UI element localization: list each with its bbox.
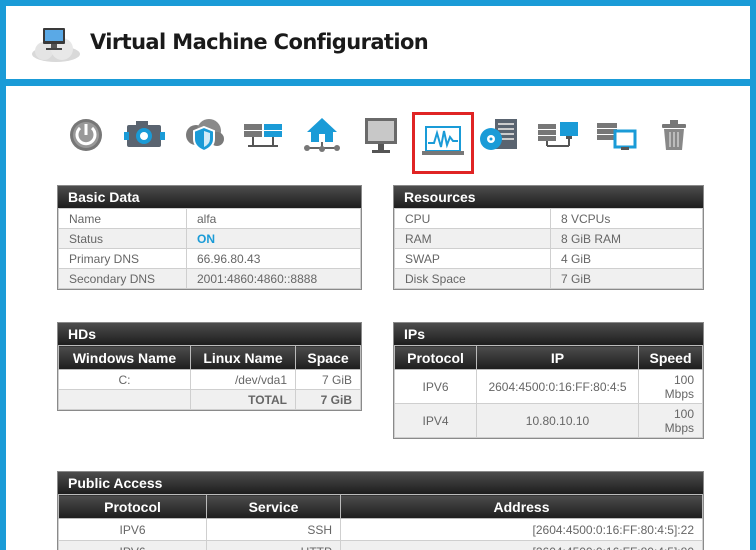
main-content: Basic Data Name alfa Status ON Primary DNS… <box>6 86 750 550</box>
protocol-cell: IPV6 <box>58 540 207 550</box>
table-row: Disk Space 7 GiB <box>394 268 703 289</box>
service-cell: HTTP <box>206 540 341 550</box>
action-toolbar <box>6 86 750 176</box>
column-header: Speed <box>638 345 703 370</box>
column-header: Linux Name <box>190 345 296 370</box>
table-row: Primary DNS 66.96.80.43 <box>58 248 361 269</box>
table-row: C: /dev/vda1 7 GiB <box>58 369 361 390</box>
speed-value: 100 <box>673 406 694 421</box>
table-row: IPV4 10.80.10.10 100 Mbps <box>394 403 703 438</box>
public-access-table: Protocol Service Address IPV6 SSH [2604:… <box>58 494 703 550</box>
table-row: IPV6 2604:4500:0:16:FF:80:4:5 100 Mbps <box>394 369 703 404</box>
page-title: Virtual Machine Configuration <box>90 30 429 54</box>
ip-cell: 10.80.10.10 <box>476 403 639 438</box>
resources-panel: Resources CPU 8 VCPUs RAM 8 GiB RAM SWAP 4 … <box>393 185 704 290</box>
space-cell: 7 GiB <box>295 369 361 390</box>
status-label: Status <box>58 228 187 249</box>
table-row: Name alfa <box>58 208 361 229</box>
hds-panel: HDs Windows Name Linux Name Space C: /de… <box>57 322 362 411</box>
table-row: RAM 8 GiB RAM <box>394 228 703 249</box>
column-header: Protocol <box>394 345 477 370</box>
swap-value: 4 GiB <box>550 248 703 269</box>
speed-unit: Mbps <box>664 386 694 401</box>
column-header: Space <box>295 345 361 370</box>
table-row: IPV6 HTTP [2604:4500:0:16:FF:80:4:5]:80 <box>58 540 703 550</box>
column-header: Address <box>340 494 703 519</box>
ips-title: IPs <box>394 323 703 345</box>
snapshot-camera-icon[interactable] <box>122 114 168 156</box>
resources-table: CPU 8 VCPUs RAM 8 GiB RAM SWAP 4 GiB Disk S… <box>394 208 703 289</box>
name-value: alfa <box>186 208 361 229</box>
cpu-label: CPU <box>394 208 551 229</box>
table-row: SWAP 4 GiB <box>394 248 703 269</box>
total-row: TOTAL 7 GiB <box>58 389 361 410</box>
power-icon[interactable] <box>63 114 109 156</box>
page-header: Virtual Machine Configuration <box>6 6 750 79</box>
disk-server-icon[interactable] <box>476 114 522 156</box>
address-cell: [2604:4500:0:16:FF:80:4:5]:80 <box>340 540 703 550</box>
public-access-panel: Public Access Protocol Service Address I… <box>57 471 704 550</box>
name-label: Name <box>58 208 187 229</box>
table-row: CPU 8 VCPUs <box>394 208 703 229</box>
service-cell: SSH <box>206 518 341 541</box>
column-header: Protocol <box>58 494 207 519</box>
speed-unit: Mbps <box>664 420 694 435</box>
disk-space-label: Disk Space <box>394 268 551 289</box>
windows-name-cell: C: <box>58 369 191 390</box>
cloud-security-shield-icon[interactable] <box>181 114 227 156</box>
monitor-console-icon[interactable] <box>358 114 404 156</box>
basic-data-title: Basic Data <box>58 186 361 208</box>
ram-value: 8 GiB RAM <box>550 228 703 249</box>
basic-data-panel: Basic Data Name alfa Status ON Primary DNS… <box>57 185 362 290</box>
performance-monitor-icon[interactable] <box>412 112 474 174</box>
status-badge: ON <box>186 228 361 249</box>
ips-panel: IPs Protocol IP Speed IPV6 2604:4500:0:1… <box>393 322 704 439</box>
secondary-dns-value: 2001:4860:4860::8888 <box>186 268 361 289</box>
ips-table: Protocol IP Speed IPV6 2604:4500:0:16:FF… <box>394 345 703 438</box>
primary-dns-label: Primary DNS <box>58 248 187 269</box>
column-header: Windows Name <box>58 345 191 370</box>
protocol-cell: IPV6 <box>58 518 207 541</box>
linux-name-cell: /dev/vda1 <box>190 369 296 390</box>
hds-table: Windows Name Linux Name Space C: /dev/vd… <box>58 345 361 410</box>
empty-cell <box>58 389 191 410</box>
address-cell: [2604:4500:0:16:FF:80:4:5]:22 <box>340 518 703 541</box>
hds-title: HDs <box>58 323 361 345</box>
cpu-value: 8 VCPUs <box>550 208 703 229</box>
cloud-computer-icon <box>32 28 80 62</box>
trash-icon[interactable] <box>651 114 697 156</box>
table-row: IPV6 SSH [2604:4500:0:16:FF:80:4:5]:22 <box>58 518 703 541</box>
ram-label: RAM <box>394 228 551 249</box>
column-header: Service <box>206 494 341 519</box>
servers-network-icon[interactable] <box>240 114 286 156</box>
basic-data-table: Name alfa Status ON Primary DNS 66.96.80.43… <box>58 208 361 289</box>
home-network-icon[interactable] <box>299 114 345 156</box>
table-row: Status ON <box>58 228 361 249</box>
protocol-cell: IPV4 <box>394 403 477 438</box>
speed-cell: 100 Mbps <box>638 403 703 438</box>
swap-label: SWAP <box>394 248 551 269</box>
resources-title: Resources <box>394 186 703 208</box>
disk-space-value: 7 GiB <box>550 268 703 289</box>
total-value: 7 GiB <box>295 389 361 410</box>
speed-cell: 100 Mbps <box>638 369 703 404</box>
table-row: Secondary DNS 2001:4860:4860::8888 <box>58 268 361 289</box>
ip-cell: 2604:4500:0:16:FF:80:4:5 <box>476 369 639 404</box>
protocol-cell: IPV6 <box>394 369 477 404</box>
total-label: TOTAL <box>190 389 296 410</box>
speed-value: 100 <box>673 372 694 387</box>
primary-dns-value: 66.96.80.43 <box>186 248 361 269</box>
network-transfer-icon[interactable] <box>535 114 581 156</box>
public-access-title: Public Access <box>58 472 703 494</box>
secondary-dns-label: Secondary DNS <box>58 268 187 289</box>
column-header: IP <box>476 345 639 370</box>
migrate-vm-icon[interactable] <box>594 114 640 156</box>
